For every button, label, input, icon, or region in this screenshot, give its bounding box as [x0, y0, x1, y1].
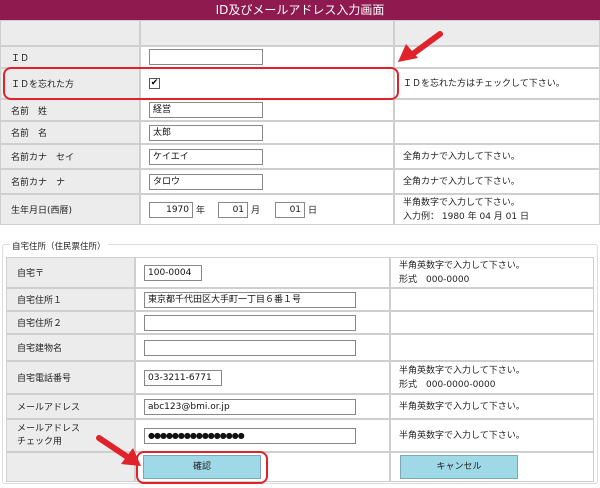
- email-row: メールアドレス abc123@bmi.or.jp 半角英数字で入力して下さい。: [6, 394, 594, 419]
- phone-cell: 03-3211-6771: [135, 361, 390, 394]
- birth-cell: 1970 年 01 月 01 日: [140, 194, 394, 225]
- address-legend: 自宅住所（住民票住所）: [10, 240, 108, 252]
- addr1-note-cell: [390, 288, 594, 311]
- first-name-row: 名前 名 太郎: [0, 121, 600, 144]
- first-name-label: 名前 名: [0, 121, 140, 144]
- addr2-cell: [135, 311, 390, 334]
- birth-month-unit: 月: [251, 206, 261, 216]
- postal-label: 自宅〒: [6, 257, 135, 288]
- email-confirm-note: 半角英数字で入力して下さい。: [399, 430, 525, 441]
- addr1-cell: 東京都千代田区大手町一丁目６番１号: [135, 288, 390, 311]
- cancel-button[interactable]: キャンセル: [400, 455, 518, 479]
- phone-label: 自宅電話番号: [6, 361, 135, 394]
- phone-note-line-1: 半角英数字で入力して下さい。: [399, 365, 525, 376]
- arrow-icon: [96, 435, 141, 466]
- birth-month-input[interactable]: 01: [218, 201, 249, 218]
- id-row: ＩＤ: [0, 46, 600, 68]
- addr2-input[interactable]: [144, 314, 356, 331]
- kana-last-row: 名前カナ セイ ケイエイ 全角カナで入力して下さい。: [0, 144, 600, 169]
- birth-day-unit: 日: [308, 206, 318, 216]
- kana-first-note: 全角カナで入力して下さい。: [403, 176, 520, 187]
- birth-year-input[interactable]: 1970: [149, 201, 193, 218]
- first-name-input[interactable]: 太郎: [149, 124, 263, 141]
- last-name-label: 名前 姓: [0, 99, 140, 121]
- birth-row: 生年月日(西暦) 1970 年 01 月 01 日 半角数字で入力して下さい。 …: [0, 194, 600, 225]
- addr1-label: 自宅住所１: [6, 288, 135, 311]
- kana-first-label: 名前カナ ナ: [0, 169, 140, 194]
- kana-last-cell: ケイエイ: [140, 144, 394, 169]
- postal-note-line-1: 半角英数字で入力して下さい。: [399, 260, 525, 271]
- birth-day-input[interactable]: 01: [275, 201, 306, 218]
- addr2-label: 自宅住所２: [6, 311, 135, 334]
- addr1-row: 自宅住所１ 東京都千代田区大手町一丁目６番１号: [6, 288, 594, 311]
- birth-year-unit: 年: [196, 206, 206, 216]
- confirm-highlight-box: [136, 451, 268, 484]
- forgot-id-note-cell: ＩＤを忘れた方はチェックして下さい。: [394, 68, 600, 99]
- top-form-header-row: [0, 20, 600, 46]
- header-cell: [140, 20, 394, 46]
- email-cell: abc123@bmi.or.jp: [135, 394, 390, 419]
- kana-last-input[interactable]: ケイエイ: [149, 148, 263, 165]
- kana-last-label: 名前カナ セイ: [0, 144, 140, 169]
- building-cell: [135, 334, 390, 361]
- phone-input[interactable]: 03-3211-6771: [144, 369, 222, 386]
- birth-label: 生年月日(西暦): [0, 194, 140, 225]
- email-confirm-cell: ●●●●●●●●●●●●●●●●: [135, 419, 390, 452]
- id-input[interactable]: [149, 49, 263, 65]
- birth-note-cell: 半角数字で入力して下さい。 入力例： 1980 年 04 月 01 日: [394, 194, 600, 225]
- building-input[interactable]: [144, 339, 356, 356]
- postal-input[interactable]: 100-0004: [144, 264, 202, 281]
- postal-note-cell: 半角英数字で入力して下さい。 形式 000-0000: [390, 257, 594, 288]
- email-input[interactable]: abc123@bmi.or.jp: [144, 398, 356, 415]
- id-cell: [140, 46, 394, 68]
- phone-row: 自宅電話番号 03-3211-6771 半角英数字で入力して下さい。 形式 00…: [6, 361, 594, 394]
- postal-cell: 100-0004: [135, 257, 390, 288]
- postal-row: 自宅〒 100-0004 半角英数字で入力して下さい。 形式 000-0000: [6, 257, 594, 288]
- kana-first-input[interactable]: タロウ: [149, 173, 263, 190]
- birth-note-line-2: 入力例： 1980 年 04 月 01 日: [403, 211, 529, 222]
- first-name-cell: 太郎: [140, 121, 394, 144]
- id-label: ＩＤ: [0, 46, 140, 68]
- email-note: 半角英数字で入力して下さい。: [399, 401, 525, 412]
- arrow-icon: [398, 31, 443, 62]
- kana-first-cell: タロウ: [140, 169, 394, 194]
- kana-last-note-cell: 全角カナで入力して下さい。: [394, 144, 600, 169]
- addr2-note-cell: [390, 311, 594, 334]
- last-name-row: 名前 姓 経営: [0, 99, 600, 121]
- first-name-note-cell: [394, 121, 600, 144]
- addr2-row: 自宅住所２: [6, 311, 594, 334]
- email-confirm-note-cell: 半角英数字で入力して下さい。: [390, 419, 594, 452]
- email-confirm-label-line-1: メールアドレス: [17, 423, 81, 434]
- last-name-note-cell: [394, 99, 600, 121]
- email-confirm-label-line-2: チェック用: [17, 436, 63, 447]
- page-title: ID及びメールアドレス入力画面: [0, 0, 600, 20]
- building-row: 自宅建物名: [6, 334, 594, 361]
- kana-first-note-cell: 全角カナで入力して下さい。: [394, 169, 600, 194]
- phone-note-cell: 半角英数字で入力して下さい。 形式 000-0000-0000: [390, 361, 594, 394]
- postal-note-line-2: 形式 000-0000: [399, 274, 470, 285]
- email-confirm-input[interactable]: ●●●●●●●●●●●●●●●●: [144, 427, 356, 444]
- last-name-cell: 経営: [140, 99, 394, 121]
- forgot-id-note: ＩＤを忘れた方はチェックして下さい。: [403, 78, 565, 89]
- last-name-input[interactable]: 経営: [149, 102, 263, 118]
- building-note-cell: [390, 334, 594, 361]
- kana-last-note: 全角カナで入力して下さい。: [403, 151, 520, 162]
- email-note-cell: 半角英数字で入力して下さい。: [390, 394, 594, 419]
- birth-note-line-1: 半角数字で入力して下さい。: [403, 197, 520, 208]
- header-cell: [0, 20, 140, 46]
- forgot-id-highlight-box: [3, 67, 399, 100]
- kana-first-row: 名前カナ ナ タロウ 全角カナで入力して下さい。: [0, 169, 600, 194]
- addr1-input[interactable]: 東京都千代田区大手町一丁目６番１号: [144, 291, 356, 308]
- phone-note-line-2: 形式 000-0000-0000: [399, 379, 496, 390]
- email-label: メールアドレス: [6, 394, 135, 419]
- building-label: 自宅建物名: [6, 334, 135, 361]
